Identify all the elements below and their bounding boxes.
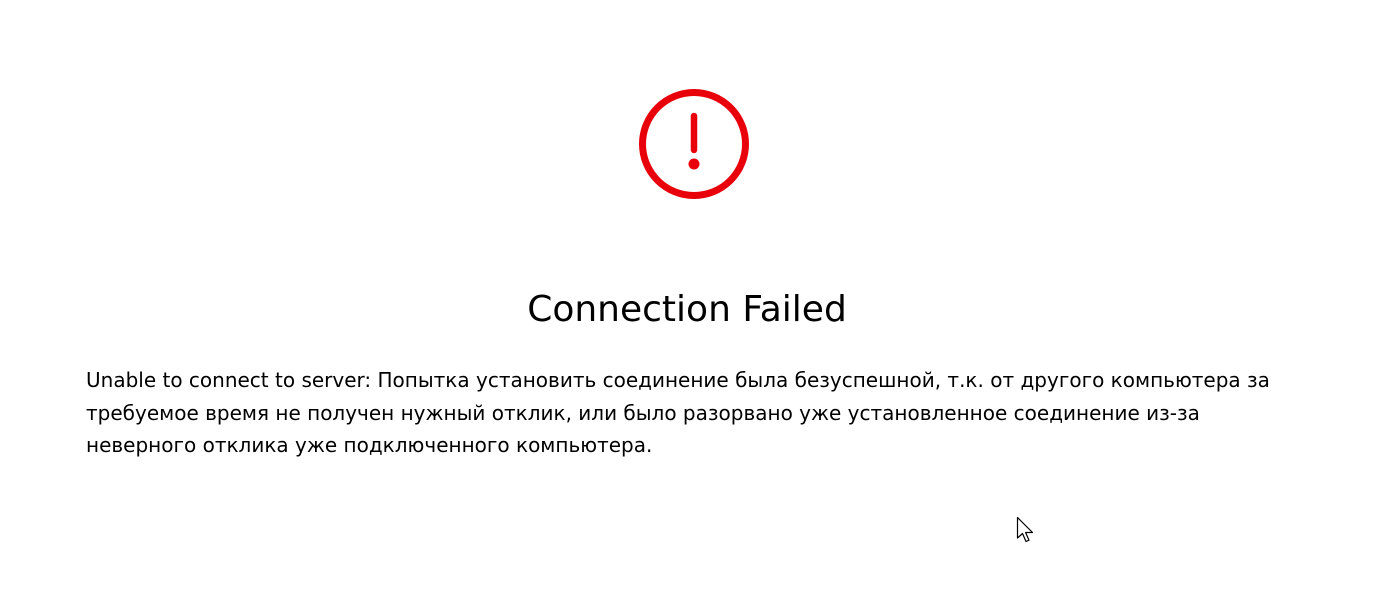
error-message: Unable to connect to server: Попытка уст… [86, 368, 1270, 457]
dialog-title: Connection Failed [527, 289, 847, 330]
mouse-pointer-icon [1016, 516, 1036, 546]
error-exclamation-icon [638, 88, 750, 200]
